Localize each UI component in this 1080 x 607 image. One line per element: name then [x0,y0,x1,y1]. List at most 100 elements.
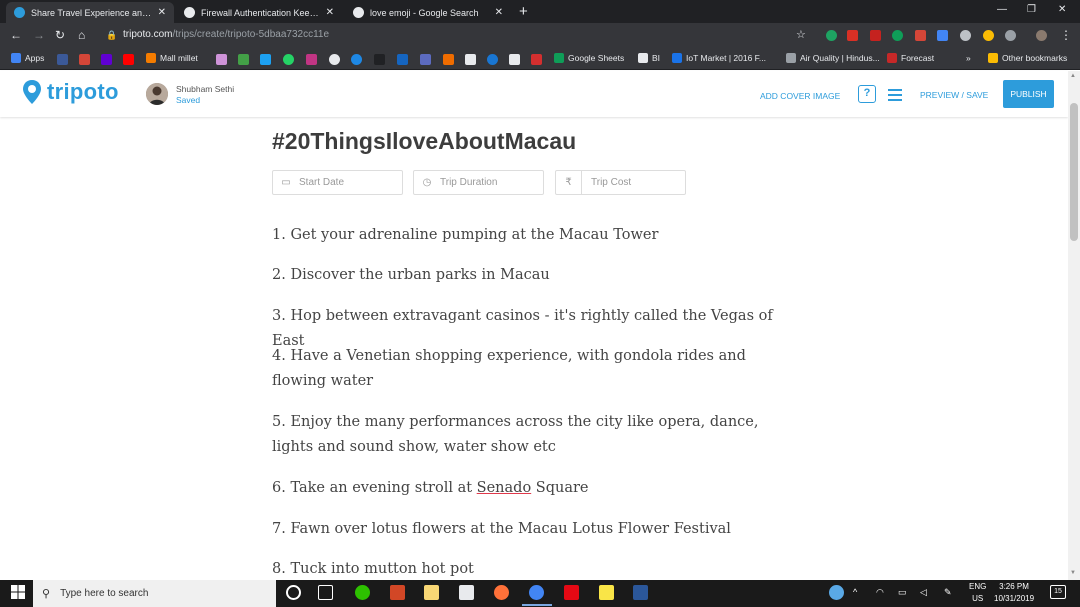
list-item[interactable]: 2. Discover the urban parks in Macau [272,263,782,288]
tab-firewall[interactable]: Firewall Authentication Keepalive ✕ [176,2,342,23]
windows-start-icon[interactable] [11,585,25,599]
bookmark-forecast[interactable]: Forecast [887,53,934,63]
list-item[interactable]: 1. Get your adrenaline pumping at the Ma… [272,223,782,248]
taskbar-search-input[interactable]: ⚲ Type here to search [33,580,276,607]
wifi-icon[interactable]: ◠ [876,587,884,598]
extension-icon[interactable] [870,30,881,41]
wechat-icon[interactable] [355,585,370,600]
task-view-icon[interactable] [318,585,333,600]
bookmark-icon[interactable] [531,54,542,65]
hamburger-menu-icon[interactable] [888,89,902,104]
language-indicator[interactable]: ENG US [969,581,986,605]
new-tab-button[interactable]: + [519,3,528,20]
bookmark-mall-millet[interactable]: Mall millet [146,53,198,63]
bookmark-icon[interactable] [216,54,227,65]
bookmark-icon[interactable] [238,54,249,65]
tripoto-logo[interactable]: tripoto [22,79,119,105]
bookmark-star-icon[interactable]: ☆ [796,28,806,41]
notification-center-icon[interactable]: 15 [1050,585,1066,599]
trip-title[interactable]: #20ThingsIloveAboutMacau [272,128,576,155]
youtube-icon[interactable] [123,54,134,65]
bookmark-other[interactable]: Other bookmarks [988,53,1067,63]
home-icon[interactable]: ⌂ [78,28,85,42]
close-window-icon[interactable]: ✕ [1058,4,1066,15]
system-clock[interactable]: 3:26 PM 10/31/2019 [994,581,1034,605]
bookmark-icon[interactable] [443,54,454,65]
help-button[interactable]: ? [858,85,876,103]
scrollbar-thumb[interactable] [1070,103,1078,241]
extension-icon[interactable] [915,30,926,41]
senado-link[interactable]: Senado [477,480,532,496]
list-item[interactable]: 5. Enjoy the many performances across th… [272,410,782,460]
extension-icon[interactable] [960,30,971,41]
extension-icon[interactable] [1005,30,1016,41]
whatsapp-icon[interactable] [283,54,294,65]
bookmark-icon[interactable] [374,54,385,65]
bookmark-bi[interactable]: BI [638,53,660,63]
avatar[interactable] [146,83,168,105]
bookmark-iot-market[interactable]: IoT Market | 2016 F... [672,53,766,63]
scroll-down-icon[interactable]: ▼ [1070,570,1076,576]
twitter-icon[interactable] [260,54,271,65]
close-tab-icon[interactable]: ✕ [158,7,166,18]
chrome-icon[interactable] [529,585,544,600]
bookmark-icon[interactable] [465,54,476,65]
word-icon[interactable] [633,585,648,600]
bookmark-icon[interactable] [329,54,340,65]
bookmark-icon[interactable] [509,54,520,65]
add-cover-image-button[interactable]: ADD COVER IMAGE [760,91,840,101]
yahoo-icon[interactable] [101,54,112,65]
bookmark-icon[interactable] [397,54,408,65]
profile-avatar[interactable] [1036,30,1047,41]
list-item[interactable]: 8. Tuck into mutton hot pot [272,557,782,582]
bookmark-google-sheets[interactable]: Google Sheets [554,53,624,63]
extension-icon[interactable] [892,30,903,41]
powerpoint-icon[interactable] [390,585,405,600]
maximize-icon[interactable]: ❐ [1027,4,1036,15]
store-icon[interactable] [459,585,474,600]
extension-icon[interactable] [847,30,858,41]
facebook-icon[interactable] [57,54,68,65]
pen-icon[interactable]: ✎ [944,587,952,598]
sticky-notes-icon[interactable] [599,585,614,600]
list-item[interactable]: 7. Fawn over lotus flowers at the Macau … [272,517,782,542]
instagram-icon[interactable] [306,54,317,65]
firefox-icon[interactable] [494,585,509,600]
preview-save-button[interactable]: PREVIEW / SAVE [920,90,988,100]
chevron-up-icon[interactable]: ^ [853,587,857,597]
bookmark-icon[interactable] [420,54,431,65]
scroll-up-icon[interactable]: ▲ [1070,73,1076,79]
tray-app-icon[interactable] [829,585,844,600]
bookmark-apps[interactable]: Apps [11,53,44,63]
volume-icon[interactable]: ◁ [920,587,927,598]
tab-tripoto[interactable]: Share Travel Experience and Stori ✕ [6,2,174,23]
file-explorer-icon[interactable] [424,585,439,600]
back-icon[interactable]: ← [10,28,22,42]
list-item[interactable]: 6. Take an evening stroll at Senado Squa… [272,476,782,501]
trip-duration-field[interactable]: ◷ Trip Duration [413,170,544,195]
trip-cost-field[interactable]: ₹ Trip Cost [555,170,686,195]
publish-button[interactable]: PUBLISH [1003,80,1054,108]
minimize-icon[interactable]: — [997,4,1007,15]
reload-icon[interactable]: ↻ [55,28,65,42]
close-tab-icon[interactable]: ✕ [326,7,334,18]
folder-icon [988,53,998,63]
gmail-icon[interactable] [79,54,90,65]
forward-icon[interactable]: → [33,28,45,42]
list-item[interactable]: 4. Have a Venetian shopping experience, … [272,344,782,394]
netflix-icon[interactable] [564,585,579,600]
cortana-icon[interactable] [286,585,301,600]
address-bar[interactable]: tripoto.com/trips/create/tripoto-5dbaa73… [123,29,329,40]
bookmark-air-quality[interactable]: Air Quality | Hindus... [786,53,880,63]
bookmarks-overflow[interactable]: » [966,53,971,63]
battery-icon[interactable]: ▭ [898,587,907,598]
bookmark-icon[interactable] [351,54,362,65]
extension-icon[interactable] [826,30,837,41]
extension-icon[interactable] [937,30,948,41]
extension-icon[interactable] [983,30,994,41]
start-date-field[interactable]: ▭ Start Date [272,170,403,195]
bookmark-icon[interactable] [487,54,498,65]
close-tab-icon[interactable]: ✕ [495,7,503,18]
tab-google-search[interactable]: love emoji - Google Search ✕ [345,2,511,23]
chrome-menu-icon[interactable]: ⋮ [1060,28,1072,42]
